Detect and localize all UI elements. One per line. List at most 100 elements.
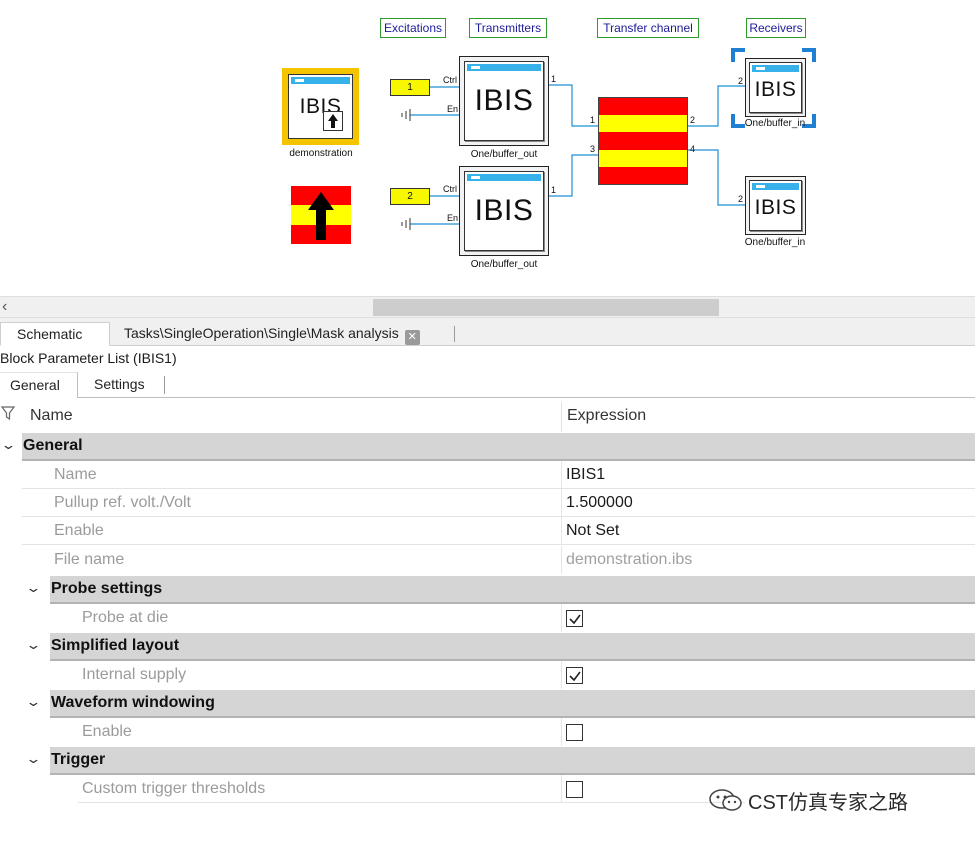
- block-frame: IBIS: [464, 171, 544, 251]
- ibis-icon-text: IBIS: [754, 196, 797, 219]
- chevron-down-icon[interactable]: ⌄: [25, 580, 41, 596]
- category-probe-settings[interactable]: ⌄ Probe settings: [0, 576, 975, 604]
- parameter-tab-bar: General Settings: [0, 372, 975, 398]
- filter-icon[interactable]: [1, 405, 15, 421]
- category-label: Trigger: [51, 751, 106, 768]
- property-name: Internal supply: [82, 666, 187, 683]
- category-trigger[interactable]: ⌄ Trigger: [0, 747, 975, 775]
- watermark: CST仿真专家之路: [708, 786, 908, 815]
- property-value[interactable]: IBIS1: [566, 466, 605, 484]
- property-row-enable[interactable]: Enable Not Set: [0, 517, 975, 545]
- property-row-internal-supply[interactable]: Internal supply: [0, 661, 975, 689]
- receiver-2-block[interactable]: IBIS: [745, 176, 806, 235]
- tab-settings[interactable]: Settings: [84, 372, 155, 398]
- property-row-name[interactable]: Name IBIS1: [0, 461, 975, 489]
- tab-mask-analysis[interactable]: Tasks\SingleOperation\Single\Mask analys…: [114, 322, 430, 346]
- probe-at-die-checkbox[interactable]: [566, 610, 583, 627]
- ibis-icon-text: IBIS: [474, 194, 534, 227]
- category-label: Probe settings: [51, 580, 163, 597]
- excitation-2[interactable]: 2: [390, 188, 430, 205]
- ibis-icon-text: IBIS: [474, 84, 534, 117]
- column-divider[interactable]: [561, 402, 562, 432]
- row-divider: [22, 544, 975, 545]
- column-divider: [561, 461, 562, 489]
- demonstration-caption: demonstration: [289, 148, 353, 159]
- category-waveform-windowing[interactable]: ⌄ Waveform windowing: [0, 690, 975, 718]
- tab-schematic[interactable]: Schematic: [0, 322, 110, 346]
- block-frame: IBIS: [749, 180, 802, 231]
- checkmark-icon: [569, 614, 581, 625]
- checkmark-icon: [569, 671, 581, 682]
- property-value[interactable]: demonstration.ibs: [566, 551, 692, 569]
- category-general[interactable]: ⌄ General: [0, 433, 975, 461]
- demonstration-block[interactable]: IBIS: [282, 68, 359, 145]
- property-name: Name: [54, 466, 97, 483]
- chevron-down-icon[interactable]: ⌄: [25, 637, 41, 653]
- tab-label: Schematic: [17, 326, 83, 342]
- block-titlebar: [752, 65, 799, 72]
- horizontal-scrollbar[interactable]: ‹: [0, 296, 975, 318]
- property-name: Custom trigger thresholds: [82, 780, 266, 797]
- receiver-1-block[interactable]: IBIS: [745, 58, 806, 117]
- block-titlebar: [467, 64, 541, 71]
- source-flag-block[interactable]: [291, 186, 351, 244]
- column-divider: [561, 517, 562, 545]
- chevron-down-icon[interactable]: ⌄: [0, 437, 16, 453]
- tab-separator: [164, 376, 165, 394]
- block-frame: IBIS: [749, 62, 802, 113]
- schematic-canvas[interactable]: Excitations Transmitters Transfer channe…: [0, 0, 975, 296]
- tab-separator: [454, 326, 455, 342]
- channel-port-3: 3: [590, 144, 596, 154]
- block-titlebar: [467, 174, 541, 181]
- category-band: [50, 633, 975, 661]
- property-row-probe-at-die[interactable]: Probe at die: [0, 604, 975, 632]
- property-name: Probe at die: [82, 609, 169, 626]
- column-header-expression[interactable]: Expression: [567, 407, 646, 425]
- transfer-channel-block[interactable]: [598, 97, 688, 185]
- chevron-down-icon[interactable]: ⌄: [25, 694, 41, 710]
- port-en-label: En: [447, 104, 459, 114]
- demonstration-frame: IBIS: [288, 74, 353, 139]
- transmitter-2-block[interactable]: IBIS: [459, 166, 549, 256]
- tab-label: Tasks\SingleOperation\Single\Mask analys…: [124, 325, 399, 341]
- property-name: Pullup ref. volt./Volt: [54, 494, 191, 511]
- column-divider: [561, 604, 562, 632]
- tab-general[interactable]: General: [0, 372, 78, 398]
- property-value[interactable]: 1.500000: [566, 494, 633, 512]
- channel-port-2: 2: [690, 115, 696, 125]
- block-titlebar: [752, 183, 799, 190]
- wechat-icon: [709, 789, 742, 811]
- close-icon[interactable]: ✕: [404, 330, 420, 345]
- chevron-down-icon[interactable]: ⌄: [25, 751, 41, 767]
- property-row-pullup[interactable]: Pullup ref. volt./Volt 1.500000: [0, 489, 975, 517]
- block-titlebar: [291, 77, 350, 84]
- panel-title: Block Parameter List (IBIS1): [0, 350, 177, 366]
- category-simplified-layout[interactable]: ⌄ Simplified layout: [0, 633, 975, 661]
- property-name: Enable: [54, 522, 104, 539]
- row-divider: [78, 802, 745, 803]
- ibis-icon-text: IBIS: [754, 78, 797, 101]
- internal-supply-checkbox[interactable]: [566, 667, 583, 684]
- excitation-1[interactable]: 1: [390, 79, 430, 96]
- property-value[interactable]: Not Set: [566, 522, 619, 540]
- column-header-name[interactable]: Name: [30, 407, 73, 425]
- watermark-text: CST仿真专家之路: [748, 792, 908, 814]
- custom-trigger-checkbox[interactable]: [566, 781, 583, 798]
- column-divider: [561, 661, 562, 689]
- windowing-enable-checkbox[interactable]: [566, 724, 583, 741]
- property-name: Enable: [82, 723, 132, 740]
- scroll-left-icon[interactable]: ‹: [2, 298, 7, 316]
- port-ctrl-label: Ctrl: [443, 75, 457, 85]
- up-arrow-icon: [308, 192, 334, 240]
- receiver-1-port: 2: [738, 76, 744, 86]
- category-label: Simplified layout: [51, 637, 180, 654]
- channel-port-1: 1: [590, 115, 596, 125]
- property-row-windowing-enable[interactable]: Enable: [0, 718, 975, 746]
- transmitter-1-block[interactable]: IBIS: [459, 56, 549, 146]
- category-label: General: [23, 437, 83, 454]
- document-tab-bar: Schematic Tasks\SingleOperation\Single\M…: [0, 318, 975, 346]
- property-row-file-name[interactable]: File name demonstration.ibs: [0, 546, 975, 574]
- port-out-label: 1: [551, 74, 557, 84]
- scrollbar-thumb[interactable]: [373, 299, 719, 316]
- receiver-1-caption: One/buffer_in: [744, 118, 806, 129]
